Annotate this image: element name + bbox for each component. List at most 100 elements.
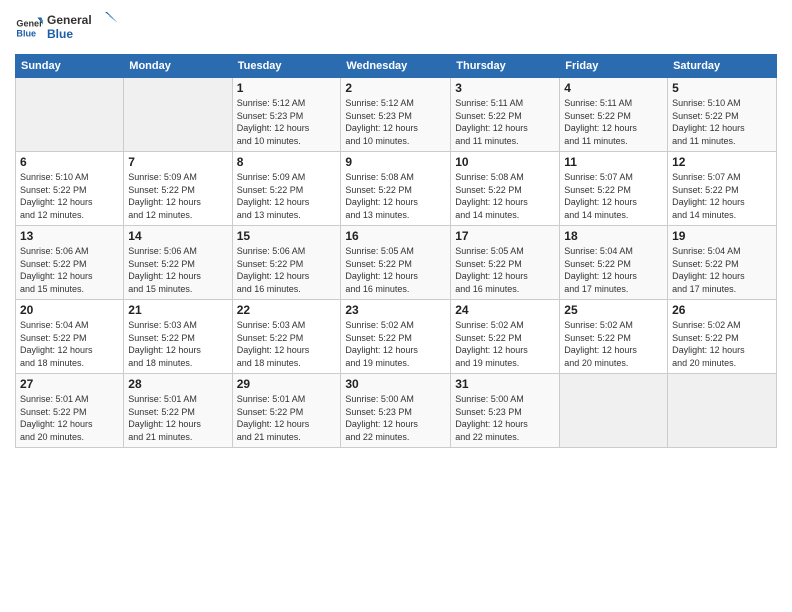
calendar-cell: 9 Sunrise: 5:08 AM Sunset: 5:22 PM Daylig…: [341, 152, 451, 226]
cell-info: Sunrise: 5:05 AM Sunset: 5:22 PM Dayligh…: [455, 245, 555, 295]
header-day: Wednesday: [341, 55, 451, 78]
cell-info: Sunrise: 5:09 AM Sunset: 5:22 PM Dayligh…: [128, 171, 227, 221]
day-number: 19: [672, 229, 772, 243]
day-number: 9: [345, 155, 446, 169]
day-number: 18: [564, 229, 663, 243]
calendar-cell: 15 Sunrise: 5:06 AM Sunset: 5:22 PM Dayli…: [232, 226, 341, 300]
calendar-table: SundayMondayTuesdayWednesdayThursdayFrid…: [15, 54, 777, 448]
cell-info: Sunrise: 5:00 AM Sunset: 5:23 PM Dayligh…: [345, 393, 446, 443]
day-number: 11: [564, 155, 663, 169]
calendar-cell: 3 Sunrise: 5:11 AM Sunset: 5:22 PM Daylig…: [451, 78, 560, 152]
calendar-cell: [16, 78, 124, 152]
cell-info: Sunrise: 5:07 AM Sunset: 5:22 PM Dayligh…: [564, 171, 663, 221]
day-number: 5: [672, 81, 772, 95]
cell-info: Sunrise: 5:07 AM Sunset: 5:22 PM Dayligh…: [672, 171, 772, 221]
day-number: 10: [455, 155, 555, 169]
day-number: 20: [20, 303, 119, 317]
cell-info: Sunrise: 5:10 AM Sunset: 5:22 PM Dayligh…: [20, 171, 119, 221]
cell-info: Sunrise: 5:04 AM Sunset: 5:22 PM Dayligh…: [672, 245, 772, 295]
calendar-cell: 27 Sunrise: 5:01 AM Sunset: 5:22 PM Dayli…: [16, 374, 124, 448]
svg-text:General: General: [47, 13, 92, 27]
calendar-cell: 11 Sunrise: 5:07 AM Sunset: 5:22 PM Dayli…: [560, 152, 668, 226]
calendar-week: 13Sunrise: 5:06 AM Sunset: 5:22 PM Dayli…: [16, 226, 777, 300]
calendar-week: 27 Sunrise: 5:01 AM Sunset: 5:22 PM Dayli…: [16, 374, 777, 448]
calendar-cell: 21 Sunrise: 5:03 AM Sunset: 5:22 PM Dayli…: [124, 300, 232, 374]
cell-info: Sunrise: 5:01 AM Sunset: 5:22 PM Dayligh…: [128, 393, 227, 443]
day-number: 25: [564, 303, 663, 317]
cell-info: Sunrise: 5:06 AM Sunset: 5:22 PM Dayligh…: [237, 245, 337, 295]
cell-info: Sunrise: 5:00 AM Sunset: 5:23 PM Dayligh…: [455, 393, 555, 443]
cell-info: Sunrise: 5:10 AM Sunset: 5:22 PM Dayligh…: [672, 97, 772, 147]
calendar-cell: 13Sunrise: 5:06 AM Sunset: 5:22 PM Dayli…: [16, 226, 124, 300]
day-number: 24: [455, 303, 555, 317]
calendar-cell: 4 Sunrise: 5:11 AM Sunset: 5:22 PM Daylig…: [560, 78, 668, 152]
day-number: 17: [455, 229, 555, 243]
day-number: 14: [128, 229, 227, 243]
svg-text:Blue: Blue: [16, 28, 36, 38]
day-number: 12: [672, 155, 772, 169]
cell-info: Sunrise: 5:06 AM Sunset: 5:22 PM Dayligh…: [20, 245, 119, 295]
cell-info: Sunrise: 5:03 AM Sunset: 5:22 PM Dayligh…: [128, 319, 227, 369]
header-day: Friday: [560, 55, 668, 78]
calendar-cell: 14 Sunrise: 5:06 AM Sunset: 5:22 PM Dayli…: [124, 226, 232, 300]
header-day: Thursday: [451, 55, 560, 78]
day-number: 6: [20, 155, 119, 169]
cell-info: Sunrise: 5:12 AM Sunset: 5:23 PM Dayligh…: [345, 97, 446, 147]
cell-info: Sunrise: 5:02 AM Sunset: 5:22 PM Dayligh…: [672, 319, 772, 369]
cell-info: Sunrise: 5:11 AM Sunset: 5:22 PM Dayligh…: [564, 97, 663, 147]
day-number: 31: [455, 377, 555, 391]
cell-info: Sunrise: 5:11 AM Sunset: 5:22 PM Dayligh…: [455, 97, 555, 147]
calendar-cell: 18 Sunrise: 5:04 AM Sunset: 5:22 PM Dayli…: [560, 226, 668, 300]
day-number: 15: [237, 229, 337, 243]
cell-info: Sunrise: 5:08 AM Sunset: 5:22 PM Dayligh…: [345, 171, 446, 221]
cell-info: Sunrise: 5:01 AM Sunset: 5:22 PM Dayligh…: [20, 393, 119, 443]
calendar-cell: 30Sunrise: 5:00 AM Sunset: 5:23 PM Dayli…: [341, 374, 451, 448]
day-number: 1: [237, 81, 337, 95]
calendar-cell: 22 Sunrise: 5:03 AM Sunset: 5:22 PM Dayli…: [232, 300, 341, 374]
day-number: 27: [20, 377, 119, 391]
header-day: Sunday: [16, 55, 124, 78]
cell-info: Sunrise: 5:04 AM Sunset: 5:22 PM Dayligh…: [564, 245, 663, 295]
calendar-cell: 25 Sunrise: 5:02 AM Sunset: 5:22 PM Dayli…: [560, 300, 668, 374]
calendar-week: 6 Sunrise: 5:10 AM Sunset: 5:22 PM Daylig…: [16, 152, 777, 226]
calendar-cell: 23 Sunrise: 5:02 AM Sunset: 5:22 PM Dayli…: [341, 300, 451, 374]
svg-text:Blue: Blue: [47, 27, 73, 41]
svg-text:General: General: [16, 19, 43, 29]
cell-info: Sunrise: 5:02 AM Sunset: 5:22 PM Dayligh…: [564, 319, 663, 369]
calendar-cell: 29 Sunrise: 5:01 AM Sunset: 5:22 PM Dayli…: [232, 374, 341, 448]
header-row: SundayMondayTuesdayWednesdayThursdayFrid…: [16, 55, 777, 78]
cell-info: Sunrise: 5:03 AM Sunset: 5:22 PM Dayligh…: [237, 319, 337, 369]
logo-svg: General Blue: [47, 10, 117, 46]
header-day: Monday: [124, 55, 232, 78]
calendar-cell: 28Sunrise: 5:01 AM Sunset: 5:22 PM Dayli…: [124, 374, 232, 448]
cell-info: Sunrise: 5:02 AM Sunset: 5:22 PM Dayligh…: [345, 319, 446, 369]
calendar-week: 20 Sunrise: 5:04 AM Sunset: 5:22 PM Dayli…: [16, 300, 777, 374]
calendar-cell: 5 Sunrise: 5:10 AM Sunset: 5:22 PM Daylig…: [668, 78, 777, 152]
day-number: 3: [455, 81, 555, 95]
day-number: 29: [237, 377, 337, 391]
cell-info: Sunrise: 5:04 AM Sunset: 5:22 PM Dayligh…: [20, 319, 119, 369]
calendar-cell: 24Sunrise: 5:02 AM Sunset: 5:22 PM Dayli…: [451, 300, 560, 374]
cell-info: Sunrise: 5:06 AM Sunset: 5:22 PM Dayligh…: [128, 245, 227, 295]
calendar-cell: [560, 374, 668, 448]
calendar-cell: 31 Sunrise: 5:00 AM Sunset: 5:23 PM Dayli…: [451, 374, 560, 448]
calendar-cell: 10Sunrise: 5:08 AM Sunset: 5:22 PM Dayli…: [451, 152, 560, 226]
day-number: 23: [345, 303, 446, 317]
calendar-week: 1 Sunrise: 5:12 AM Sunset: 5:23 PM Daylig…: [16, 78, 777, 152]
calendar-cell: 19 Sunrise: 5:04 AM Sunset: 5:22 PM Dayli…: [668, 226, 777, 300]
calendar-cell: [124, 78, 232, 152]
calendar-cell: 12 Sunrise: 5:07 AM Sunset: 5:22 PM Dayli…: [668, 152, 777, 226]
calendar-cell: 7Sunrise: 5:09 AM Sunset: 5:22 PM Daylig…: [124, 152, 232, 226]
cell-info: Sunrise: 5:01 AM Sunset: 5:22 PM Dayligh…: [237, 393, 337, 443]
day-number: 22: [237, 303, 337, 317]
calendar-cell: 26Sunrise: 5:02 AM Sunset: 5:22 PM Dayli…: [668, 300, 777, 374]
calendar-cell: 2 Sunrise: 5:12 AM Sunset: 5:23 PM Daylig…: [341, 78, 451, 152]
day-number: 4: [564, 81, 663, 95]
header-day: Tuesday: [232, 55, 341, 78]
header: General Blue General Blue: [15, 10, 777, 46]
calendar-cell: 6 Sunrise: 5:10 AM Sunset: 5:22 PM Daylig…: [16, 152, 124, 226]
day-number: 16: [345, 229, 446, 243]
day-number: 2: [345, 81, 446, 95]
day-number: 21: [128, 303, 227, 317]
logo: General Blue General Blue: [15, 10, 117, 46]
